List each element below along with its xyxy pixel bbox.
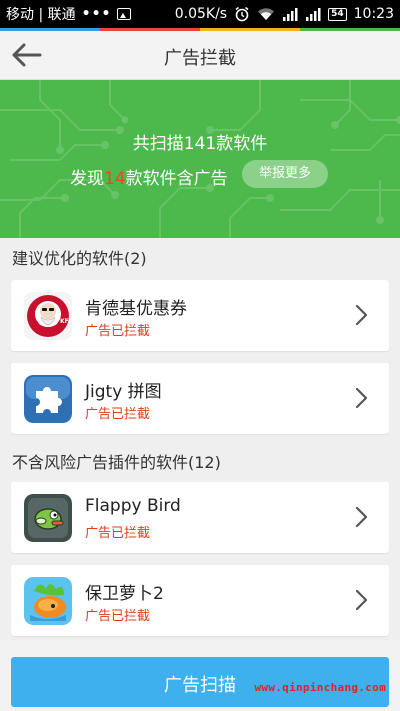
alarm-icon	[235, 6, 249, 22]
app-name: Flappy Bird	[85, 496, 181, 516]
svg-text:KFC: KFC	[60, 318, 72, 325]
scan-summary: 共扫描141款软件	[132, 134, 268, 154]
chevron-right-icon	[355, 506, 368, 528]
app-name: 肯德基优惠券	[85, 299, 187, 319]
watermark: www.qinpinchang.com	[254, 681, 386, 694]
signal-icon	[283, 8, 298, 21]
section-header-safe: 不含风险广告插件的软件(12)	[12, 453, 221, 472]
ad-found-line: 发现14款软件含广告	[70, 164, 228, 189]
app-status: 广告已拦截	[85, 609, 151, 624]
page-title: 广告拦截	[164, 48, 236, 69]
report-more-button[interactable]: 举报更多	[242, 160, 328, 188]
app-name: 保卫萝卜2	[85, 584, 164, 604]
carrot-icon	[24, 577, 72, 625]
title-bar: 广告拦截	[0, 31, 400, 80]
app-row-jigty[interactable]: Jigty 拼图 广告已拦截	[11, 363, 389, 434]
app-status: 广告已拦截	[85, 526, 151, 541]
found-suffix: 款软件含广告	[125, 169, 228, 189]
wifi-icon	[258, 8, 275, 20]
section-header-optimize: 建议优化的软件(2)	[12, 249, 147, 268]
app-row-kfc[interactable]: KFC 肯德基优惠券 广告已拦截	[11, 280, 389, 351]
chevron-right-icon	[355, 589, 368, 611]
flappy-bird-icon	[24, 494, 72, 542]
puzzle-icon	[24, 375, 72, 423]
app-row-flappy-bird[interactable]: Flappy Bird 广告已拦截	[11, 482, 389, 553]
notification-dots: •••	[81, 6, 112, 22]
ad-app-count: 14	[104, 169, 126, 189]
chevron-right-icon	[355, 304, 368, 326]
network-speed: 0.05K/s	[174, 6, 228, 22]
app-status: 广告已拦截	[85, 324, 151, 339]
chevron-right-icon	[355, 387, 368, 409]
circuit-background-icon	[0, 80, 400, 238]
kfc-icon: KFC	[24, 292, 72, 340]
app-row-carrot-defense[interactable]: 保卫萝卜2 广告已拦截	[11, 565, 389, 636]
carrier-label: 移动 | 联通	[6, 7, 76, 23]
battery-icon: 54	[328, 7, 347, 21]
scan-result-banner: 共扫描141款软件 发现14款软件含广告 举报更多	[0, 80, 400, 238]
app-name: Jigty 拼图	[85, 382, 162, 402]
found-prefix: 发现	[70, 169, 104, 189]
app-status: 广告已拦截	[85, 407, 151, 422]
clock: 10:23	[353, 6, 394, 22]
status-bar: 移动 | 联通 ••• 0.05K/s 54 10:23	[0, 0, 400, 28]
signal-icon-2	[306, 8, 321, 21]
image-notification-icon	[117, 8, 132, 20]
